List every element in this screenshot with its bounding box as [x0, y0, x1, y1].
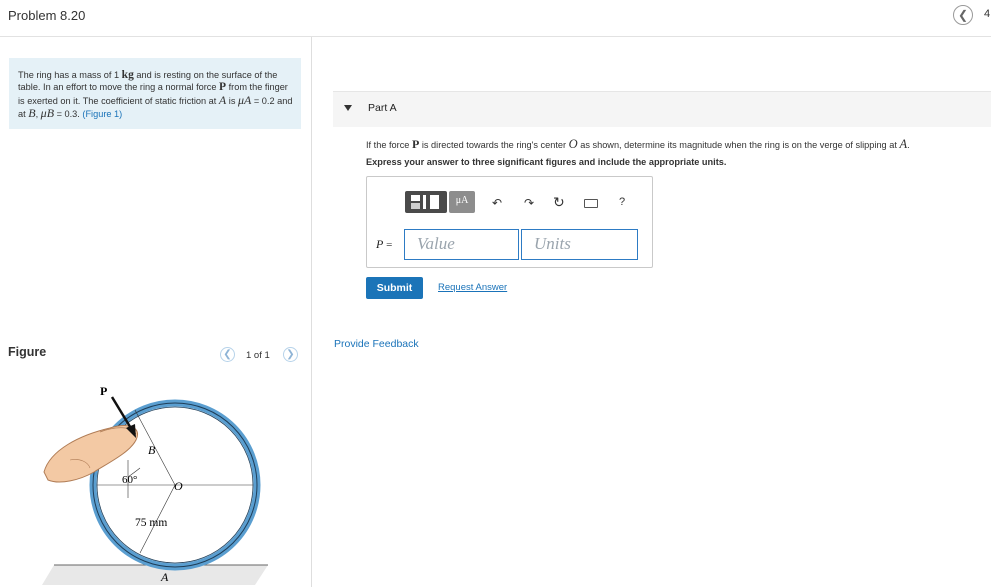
nav-trail-text: 4 — [984, 8, 991, 20]
label-radius: 75 mm — [135, 517, 167, 529]
units-input[interactable]: Units — [521, 229, 638, 260]
templates-button[interactable] — [405, 191, 447, 213]
redo-icon[interactable]: ↷ — [524, 196, 534, 210]
label-o: O — [174, 479, 183, 493]
value-input[interactable]: Value — [404, 229, 519, 260]
label-angle: 60° — [122, 474, 137, 486]
units-button[interactable]: μA — [449, 191, 475, 213]
request-answer-link[interactable]: Request Answer — [438, 282, 507, 293]
figure-link[interactable]: (Figure 1) — [82, 109, 122, 119]
submit-button[interactable]: Submit — [366, 277, 423, 299]
label-p: P — [100, 384, 107, 398]
reset-icon[interactable]: ↻ — [553, 194, 565, 211]
page-title: Problem 8.20 — [8, 8, 86, 23]
keyboard-icon[interactable] — [584, 199, 598, 208]
ring-figure: P B 60° O 75 mm A — [42, 384, 268, 585]
mass-unit: kg — [121, 69, 134, 81]
mu-b-symbol: μB — [40, 105, 55, 120]
templates-icon — [411, 195, 439, 209]
question-text: If the force P is directed towards the r… — [366, 137, 910, 151]
help-icon[interactable]: ? — [619, 196, 625, 208]
label-b: B — [148, 443, 156, 457]
provide-feedback-link[interactable]: Provide Feedback — [334, 338, 419, 350]
chevron-left-icon[interactable]: ❮ — [220, 347, 235, 362]
figure-pager: 1 of 1 — [246, 350, 270, 361]
figure-heading: Figure — [8, 345, 47, 359]
panel-divider — [311, 37, 312, 587]
top-bar — [0, 0, 991, 37]
answer-variable-label: P = — [376, 237, 393, 251]
caret-down-icon[interactable] — [344, 105, 352, 111]
chevron-left-icon[interactable]: ❮ — [953, 5, 973, 25]
undo-icon[interactable]: ↶ — [492, 196, 502, 210]
answer-instruction: Express your answer to three significant… — [366, 157, 727, 167]
problem-statement: The ring has a mass of 1 kg and is resti… — [18, 69, 293, 120]
part-a-header[interactable] — [333, 91, 991, 127]
chevron-right-icon[interactable]: ❯ — [283, 347, 298, 362]
part-a-title[interactable]: Part A — [368, 102, 397, 114]
label-a: A — [160, 570, 169, 584]
mu-a-symbol: μA — [237, 92, 252, 107]
